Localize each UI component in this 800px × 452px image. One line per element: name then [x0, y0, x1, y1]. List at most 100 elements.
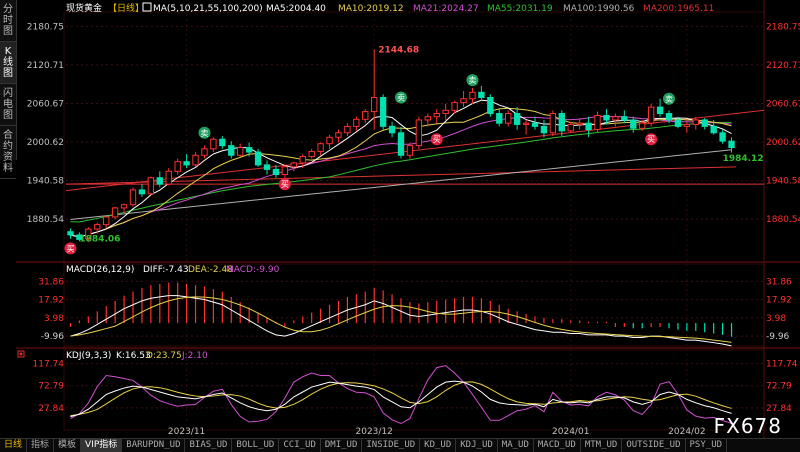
tab-vip--3[interactable]: VIP指标 [81, 439, 123, 452]
candle-body [433, 113, 440, 118]
low-annotation: 1884.06 [79, 235, 120, 245]
watermark: FX678 [713, 414, 782, 438]
candle-body [263, 164, 271, 170]
buy-signal-text: 买 [433, 135, 441, 144]
candle-body [585, 122, 592, 131]
kdj-toggle-dot [19, 352, 23, 356]
tab-kdj-ud[interactable]: KDJ_UD [456, 439, 498, 452]
tab-dmi-ud[interactable]: DMI_UD [321, 439, 363, 452]
price-tick-label-left: 2000.62 [27, 138, 64, 148]
tab---1[interactable]: 指标 [27, 439, 55, 452]
candle-body [522, 122, 530, 125]
candle-body [567, 123, 574, 132]
price-tick-label-left: 2180.75 [27, 22, 64, 32]
candle-body [639, 122, 646, 129]
macd-tick-label-right: -9.96 [766, 332, 790, 342]
ma55-value: MA55:2031.19 [487, 4, 553, 14]
candle-body [308, 150, 315, 158]
candle-body [549, 113, 557, 134]
date-tick-label: 2024/02 [668, 427, 705, 437]
macd-tick-label-left: 3.98 [44, 314, 64, 324]
sell-signal-text: 卖 [665, 95, 673, 104]
candle-body [362, 111, 369, 120]
candle-body [371, 96, 378, 113]
tab-ma-ud[interactable]: MA_UD [498, 439, 534, 452]
kdj-tick-label-left: 72.79 [38, 382, 64, 392]
sell-signal-text: 卖 [397, 93, 405, 102]
candle-body [621, 116, 628, 121]
tab-mtm-ud[interactable]: MTM_UD [581, 439, 623, 452]
candle-body [201, 148, 208, 156]
sell-signal-text: 卖 [468, 76, 476, 85]
tab-contract-info[interactable]: 合约资料 [0, 126, 16, 179]
candle-body [103, 216, 110, 226]
candle-body [192, 154, 199, 166]
tab-barupdn-ud[interactable]: BARUPDN_UD [122, 439, 186, 452]
candle-body [531, 122, 539, 127]
tab-inside-ud[interactable]: INSIDE_UD [362, 439, 421, 452]
candle-body [397, 132, 405, 156]
candle-body [656, 106, 664, 115]
tab-macd-ud[interactable]: MACD_UD [534, 439, 581, 452]
tab-boll-ud[interactable]: BOLL_UD [232, 439, 280, 452]
kdj-k-line [70, 380, 732, 418]
tab-timeshare[interactable]: 分时图 [0, 0, 16, 42]
macd-tick-label-left: 17.92 [38, 296, 64, 306]
tab---0[interactable]: 日线 [0, 439, 28, 452]
price-chart[interactable]: 2180.75 2180.75 2120.71 2120.71 2060.67 2060.… [16, 0, 800, 438]
tab---2[interactable]: 模板 [54, 439, 82, 452]
candle-body [388, 125, 396, 134]
tab-kline[interactable]: K线图 [0, 42, 16, 84]
tab-outside-ud[interactable]: OUTSIDE_UD [622, 439, 686, 452]
buy-signal-text: 买 [66, 244, 74, 253]
candle-body [94, 224, 101, 230]
indicator-tab-bar: 日线 指标 模板 VIP指标 BARUPDN_UD BIAS_UD BOLL_UD CCI_U… [0, 438, 800, 452]
ma100-value: MA100:1990.56 [563, 4, 635, 14]
candle-body [487, 96, 494, 115]
price-tick-label-right: 1940.58 [766, 177, 800, 187]
candle-body [335, 132, 342, 138]
candle-body [496, 113, 503, 124]
candle-body [219, 138, 226, 147]
date-tick-label: 2024/01 [552, 427, 589, 437]
ma-toggle-box[interactable] [142, 2, 152, 12]
candle-body [513, 113, 521, 125]
macd-tick-label-right: 3.98 [766, 314, 786, 324]
ma200-value: MA200:1965.11 [643, 4, 714, 14]
ma21-value: MA21:2024.27 [413, 4, 479, 14]
macd-tick-label-right: 31.86 [766, 277, 792, 287]
tab-bias-ud[interactable]: BIAS_UD [185, 439, 233, 452]
date-tick-label: 2023/12 [356, 427, 393, 437]
price-tick-label-right: 2000.62 [766, 138, 800, 148]
candle-body [290, 162, 297, 168]
symbol-label: 现货黄金 [66, 2, 102, 14]
tab-psy-ud[interactable]: PSY_UD [686, 439, 728, 452]
price-tick-label-left: 1940.58 [27, 177, 64, 187]
candle-body [558, 113, 565, 132]
candle-body [478, 91, 485, 98]
macd-value: MACD:-9.90 [226, 265, 280, 275]
price-tick-label-left: 2060.67 [27, 99, 64, 109]
tab-cci-ud[interactable]: CCI_UD [279, 439, 321, 452]
candle-body [540, 125, 548, 134]
period-label: 【日线】 [108, 2, 144, 14]
tab-kd-ud[interactable]: KD_UD [420, 439, 457, 452]
candle-body [594, 114, 601, 131]
ma10-value: MA10:2019.12 [338, 4, 404, 14]
candle-body [111, 207, 119, 218]
buy-signal-text: 买 [647, 135, 655, 144]
candle-body [326, 136, 333, 145]
candle-body [281, 166, 289, 176]
candle-body [129, 189, 137, 206]
candle-body [451, 102, 458, 111]
price-tick-label-right: 1880.54 [766, 215, 800, 225]
candle-body [245, 147, 253, 153]
candle-body [692, 119, 699, 125]
candle-body [210, 138, 217, 150]
ma5-value: MA5:2004.40 [266, 4, 326, 14]
view-sidebar: 分时图 K线图 闪电图 合约资料 [0, 0, 17, 179]
candle-body [406, 145, 414, 156]
kdj-d-line [70, 381, 732, 417]
tab-flash[interactable]: 闪电图 [0, 84, 16, 126]
candle-body [603, 114, 610, 121]
